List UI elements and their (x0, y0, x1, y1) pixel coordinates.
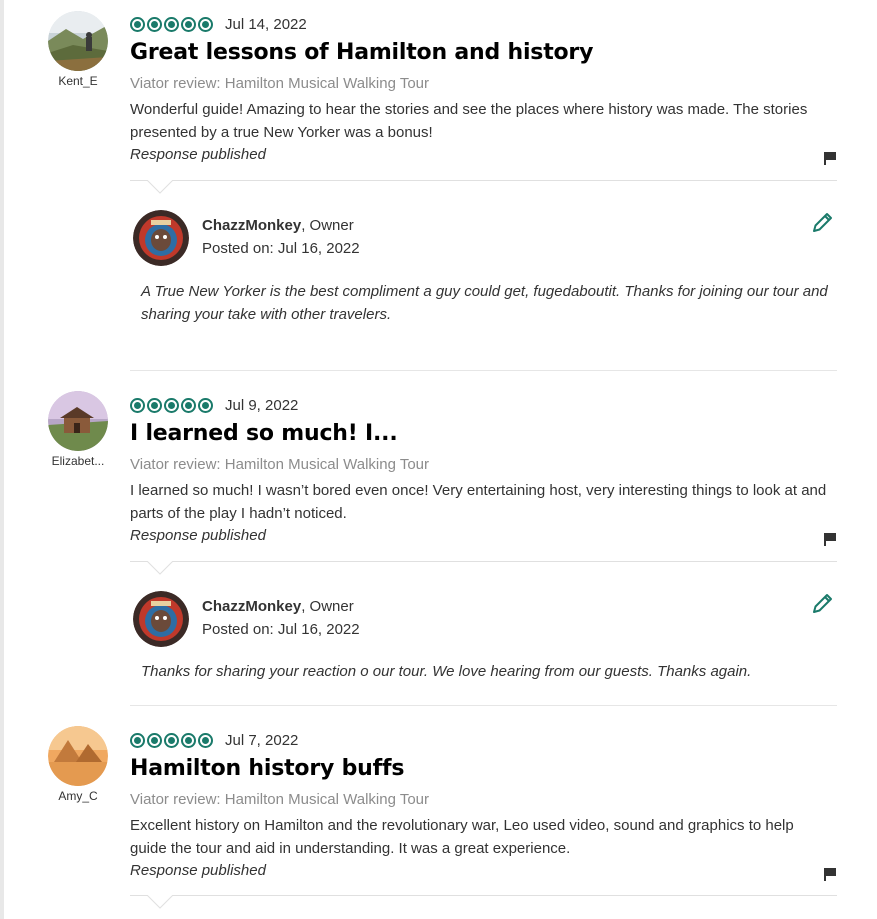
reply-divider (130, 180, 837, 181)
reviewer-username[interactable]: Elizabet... (44, 454, 112, 468)
review-body: Wonderful guide! Amazing to hear the sto… (130, 101, 808, 141)
pencil-icon[interactable] (811, 210, 835, 234)
avatar[interactable] (48, 11, 108, 71)
flag-icon[interactable] (823, 532, 837, 546)
bubble-rating-icon (130, 397, 213, 413)
reviewer[interactable]: Amy_C (44, 726, 112, 803)
reply-text-line: sharing your take with other travelers. (141, 306, 392, 323)
owner-reply: ChazzMonkey, Owner Posted on: Jul 16, 20… (130, 210, 837, 360)
bubble-rating-icon (130, 16, 213, 32)
review-source: Viator review: Hamilton Musical Walking … (130, 75, 429, 92)
left-border (0, 0, 4, 919)
review-divider (130, 705, 837, 706)
bubble-rating-icon (130, 732, 213, 748)
owner-role: , Owner (301, 598, 354, 615)
reply-text: A True New Yorker is the best compliment… (141, 280, 831, 326)
reply-divider (130, 895, 837, 896)
reply-notch (147, 180, 173, 194)
owner-avatar[interactable] (133, 210, 189, 266)
flag-icon[interactable] (823, 151, 837, 165)
review-date: Jul 9, 2022 (225, 396, 299, 414)
owner-name-line: ChazzMonkey, Owner (202, 217, 354, 234)
reply-text: Thanks for sharing your reaction o our t… (141, 660, 831, 683)
reviewer-username[interactable]: Kent_E (44, 74, 112, 88)
owner-name[interactable]: ChazzMonkey (202, 217, 301, 234)
reply-notch (147, 895, 173, 909)
response-status: Response published (130, 146, 266, 163)
owner-reply: ChazzMonkey, Owner Posted on: Jul 16, 20… (130, 591, 837, 691)
owner-avatar[interactable] (133, 591, 189, 647)
owner-name-line: ChazzMonkey, Owner (202, 598, 354, 615)
review-divider (130, 370, 837, 371)
reply-divider (130, 561, 837, 562)
review-source: Viator review: Hamilton Musical Walking … (130, 456, 429, 473)
review-title[interactable]: Hamilton history buffs (130, 756, 837, 781)
reply-posted-date: Posted on: Jul 16, 2022 (202, 240, 360, 257)
review-source: Viator review: Hamilton Musical Walking … (130, 791, 429, 808)
review-body: I learned so much! I wasn’t bored even o… (130, 482, 827, 522)
review-title[interactable]: Great lessons of Hamilton and history (130, 40, 837, 65)
owner-name[interactable]: ChazzMonkey (202, 598, 301, 615)
owner-role: , Owner (301, 217, 354, 234)
review-title[interactable]: I learned so much! I... (130, 421, 837, 446)
avatar[interactable] (48, 726, 108, 786)
response-status: Response published (130, 862, 266, 879)
reviewer-username[interactable]: Amy_C (44, 789, 112, 803)
reply-text-line: A True New Yorker is the best compliment… (141, 283, 828, 300)
reviewer[interactable]: Kent_E (44, 11, 112, 88)
avatar[interactable] (48, 391, 108, 451)
response-status: Response published (130, 527, 266, 544)
reviewer[interactable]: Elizabet... (44, 391, 112, 468)
review-date: Jul 14, 2022 (225, 15, 307, 33)
review-date: Jul 7, 2022 (225, 731, 299, 749)
reply-posted-date: Posted on: Jul 16, 2022 (202, 621, 360, 638)
flag-icon[interactable] (823, 867, 837, 881)
reply-text-line: Thanks for sharing your reaction o our t… (141, 663, 752, 680)
reply-notch (147, 561, 173, 575)
review-body: Excellent history on Hamilton and the re… (130, 817, 794, 857)
pencil-icon[interactable] (811, 591, 835, 615)
